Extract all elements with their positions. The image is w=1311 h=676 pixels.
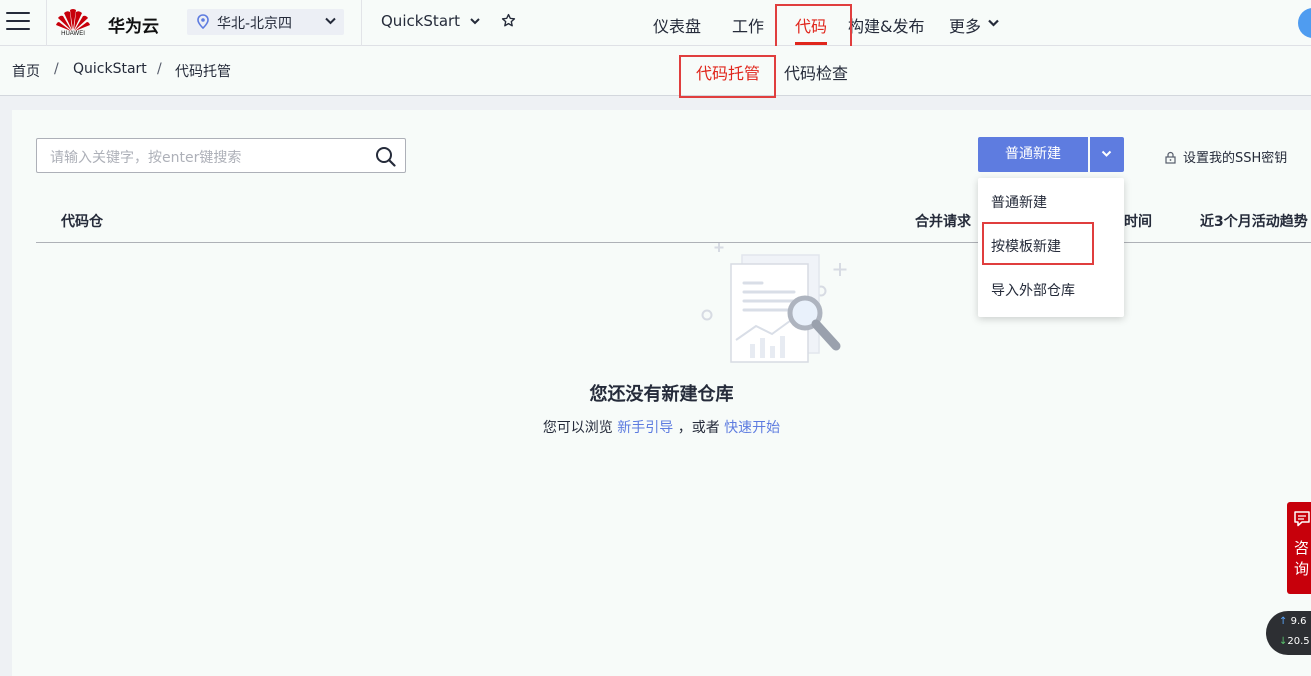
- beginner-guide-link[interactable]: 新手引导: [617, 420, 673, 436]
- download-speed-value: 20.5: [1287, 636, 1310, 647]
- consult-button[interactable]: 咨询: [1287, 502, 1311, 594]
- column-header-repo: 代码仓: [61, 214, 103, 230]
- tab-code-hosting[interactable]: 代码托管: [696, 60, 760, 84]
- location-pin-icon: [197, 14, 209, 29]
- menu-item-normal-new[interactable]: 普通新建: [991, 192, 1047, 212]
- empty-state-subtitle: 您可以浏览 新手引导 ，或者 快速开始: [12, 417, 1311, 437]
- menu-item-template-new[interactable]: 按模板新建: [991, 236, 1061, 256]
- ssh-key-label: 设置我的SSH密钥: [1183, 151, 1288, 166]
- top-navigation-bar: HUAWEI 华为云 华北-北京四 QuickStart 仪表盘 工作 代码 构…: [0, 0, 1311, 46]
- column-header-merge-requests: 合并请求: [915, 214, 971, 230]
- nav-work[interactable]: 工作: [732, 13, 764, 37]
- nav-dashboard[interactable]: 仪表盘: [653, 13, 701, 37]
- sub-navigation-bar: 首页 / QuickStart / 代码托管 代码托管 代码检查: [0, 46, 1311, 96]
- quick-start-link[interactable]: 快速开始: [724, 420, 780, 436]
- search-input[interactable]: 请输入关键字，按enter键搜索: [36, 138, 406, 173]
- nav-more[interactable]: 更多: [949, 13, 981, 37]
- active-nav-indicator: [795, 42, 827, 45]
- breadcrumb-project[interactable]: QuickStart: [73, 61, 147, 77]
- upload-speed: ↑ 9.6: [1279, 616, 1306, 627]
- nav-code[interactable]: 代码: [795, 13, 827, 37]
- new-repo-dropdown-toggle[interactable]: [1090, 137, 1124, 172]
- breadcrumb-current: 代码托管: [175, 64, 231, 80]
- column-header-activity-trend: 近3个月活动趋势: [1200, 214, 1308, 230]
- ssh-key-link[interactable]: 设置我的SSH密钥: [1164, 147, 1287, 166]
- breadcrumb-separator: /: [54, 61, 59, 77]
- user-avatar[interactable]: [1298, 8, 1311, 38]
- breadcrumb-separator: /: [157, 61, 162, 77]
- new-repo-dropdown-menu: 普通新建 按模板新建 导入外部仓库: [978, 178, 1124, 317]
- empty-state-illustration: [701, 243, 847, 363]
- chevron-down-icon[interactable]: [470, 18, 480, 25]
- arrow-up-icon: ↑: [1279, 616, 1288, 627]
- repository-panel: 请输入关键字，按enter键搜索 普通新建 设置我的SSH密钥 代码仓 合并请求…: [12, 110, 1311, 676]
- network-speed-widget: ↑ 9.6 ↓20.5: [1266, 611, 1311, 655]
- chevron-down-icon: [1101, 150, 1112, 157]
- divider: [46, 0, 47, 46]
- search-placeholder: 请输入关键字，按enter键搜索: [50, 150, 242, 166]
- download-speed: ↓20.5: [1279, 636, 1310, 647]
- divider: [361, 0, 362, 46]
- chevron-down-icon: [325, 17, 336, 25]
- brand-name[interactable]: 华为云: [108, 12, 159, 37]
- upload-speed-value: 9.6: [1290, 616, 1307, 627]
- tab-code-check[interactable]: 代码检查: [784, 60, 848, 84]
- menu-icon[interactable]: [6, 12, 30, 32]
- chat-icon: [1294, 511, 1310, 527]
- consult-label: 咨询: [1294, 539, 1310, 578]
- region-selector[interactable]: 华北-北京四: [187, 9, 344, 35]
- lock-icon: [1165, 151, 1176, 164]
- menu-item-import-external[interactable]: 导入外部仓库: [991, 280, 1075, 300]
- project-selector[interactable]: QuickStart: [381, 12, 460, 30]
- star-icon[interactable]: [501, 13, 516, 28]
- search-icon[interactable]: [375, 146, 396, 167]
- empty-state-title: 您还没有新建仓库: [589, 384, 734, 405]
- empty-state-prefix: 您可以浏览: [542, 420, 613, 436]
- nav-build-release[interactable]: 构建&发布: [848, 13, 924, 37]
- empty-state-middle: ，或者: [677, 420, 720, 436]
- region-label: 华北-北京四: [217, 16, 293, 32]
- logo-caption: HUAWEI: [61, 31, 85, 37]
- breadcrumb-home[interactable]: 首页: [12, 61, 40, 81]
- column-header-time: 时间: [1124, 214, 1152, 230]
- new-repo-button[interactable]: 普通新建: [978, 137, 1088, 172]
- chevron-down-icon[interactable]: [988, 19, 999, 27]
